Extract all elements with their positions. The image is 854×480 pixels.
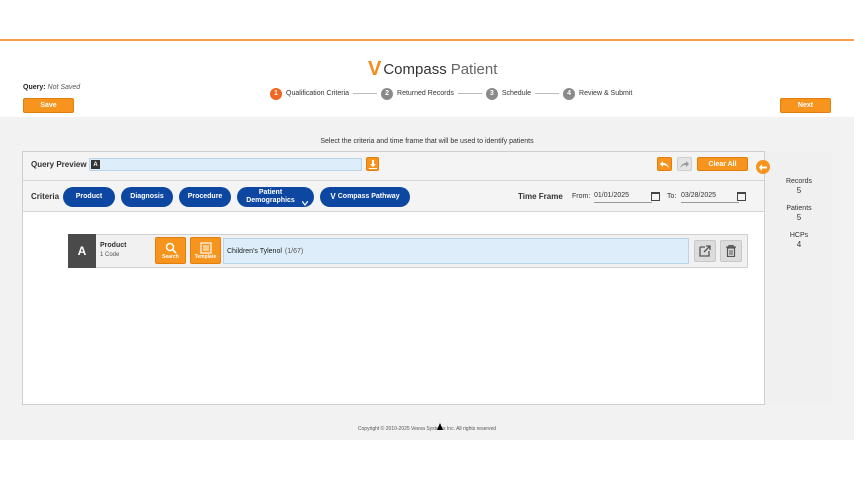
- step-qualification-criteria[interactable]: 1 Qualification Criteria: [270, 87, 350, 100]
- step-schedule[interactable]: 3 Schedule: [485, 87, 532, 100]
- from-label: From:: [572, 193, 591, 200]
- criterion-value: Children's Tylenol: [227, 247, 282, 255]
- patient-demographics-label: Patient Demographics: [246, 189, 295, 204]
- stat-label: Patients: [786, 205, 812, 212]
- step-label: Review & Submit: [579, 90, 633, 97]
- step-label: Qualification Criteria: [286, 90, 350, 97]
- step-number: 2: [381, 87, 394, 100]
- footer-copyright: Copyright © 2010-2025 Veeva Systems Inc.…: [357, 426, 497, 432]
- records-stat: Records 5: [765, 178, 833, 195]
- query-label: Query:: [23, 84, 46, 91]
- hcps-stat: HCPs 4: [765, 232, 833, 249]
- query-preview-tag: A: [91, 160, 100, 169]
- delete-button[interactable]: [720, 240, 742, 262]
- time-frame-label: Time Frame: [518, 192, 563, 201]
- download-button[interactable]: [366, 157, 379, 171]
- mouse-cursor-icon: [437, 423, 443, 430]
- patients-stat: Patients 5: [765, 205, 833, 222]
- step-label: Schedule: [501, 90, 532, 97]
- stat-label: Records: [785, 178, 813, 185]
- criterion-title: Product: [100, 242, 127, 249]
- app-logo: V Compass Patient: [368, 58, 497, 80]
- query-preview-label: Query Preview: [31, 160, 87, 169]
- undo-button[interactable]: [657, 157, 672, 171]
- step-number: 1: [270, 87, 282, 100]
- stat-label: HCPs: [789, 232, 809, 239]
- step-number: 4: [563, 87, 576, 100]
- to-date-field[interactable]: 03/28/2025: [681, 192, 739, 203]
- from-date-field[interactable]: 01/01/2025: [594, 192, 652, 203]
- criterion-letter: A: [68, 234, 96, 268]
- open-external-button[interactable]: [694, 240, 716, 262]
- step-number: 3: [485, 87, 498, 100]
- diagnosis-criteria-button[interactable]: Diagnosis: [121, 187, 173, 207]
- step-returned-records[interactable]: 2 Returned Records: [381, 87, 454, 100]
- stat-value: 4: [796, 240, 802, 249]
- logo-word-patient: Patient: [450, 60, 498, 78]
- template-button[interactable]: Template: [190, 237, 221, 264]
- procedure-criteria-button[interactable]: Procedure: [179, 187, 231, 207]
- stat-value: 5: [796, 213, 802, 222]
- pathway-logo-icon: V: [330, 192, 336, 201]
- next-button[interactable]: Next: [780, 98, 831, 113]
- calendar-icon[interactable]: [651, 192, 660, 201]
- compass-pathway-button[interactable]: V Compass Pathway: [320, 187, 410, 207]
- query-preview-input[interactable]: [89, 158, 362, 171]
- instructions-text: Select the criteria and time frame that …: [320, 138, 534, 145]
- trash-icon: [726, 245, 736, 257]
- logo-word-compass: Compass: [383, 60, 447, 78]
- chevron-down-icon: [301, 193, 309, 211]
- arrow-left-icon: [759, 163, 767, 171]
- undo-icon: [660, 160, 669, 168]
- step-review-submit[interactable]: 4 Review & Submit: [563, 87, 633, 100]
- criteria-label: Criteria: [31, 192, 60, 201]
- step-connector: [457, 93, 482, 94]
- redo-button[interactable]: [677, 157, 692, 171]
- criterion-value-field[interactable]: Children's Tylenol (1/67): [223, 238, 689, 264]
- compass-pathway-label: Compass Pathway: [337, 193, 400, 200]
- criterion-count: (1/67): [284, 247, 304, 255]
- stat-value: 5: [796, 186, 802, 195]
- logo-mark-icon: V: [368, 57, 382, 80]
- to-label: To:: [667, 193, 677, 200]
- search-label: Search: [162, 253, 179, 260]
- step-label: Returned Records: [397, 90, 454, 97]
- template-label: Template: [194, 253, 217, 260]
- open-external-icon: [699, 245, 711, 257]
- step-connector: [353, 93, 378, 94]
- step-connector: [535, 93, 560, 94]
- results-summary-panel: Records 5 Patients 5 HCPs 4: [764, 151, 832, 405]
- calendar-icon[interactable]: [737, 192, 746, 201]
- query-status-text: Not Saved: [47, 84, 81, 91]
- search-icon: [165, 242, 177, 254]
- save-button[interactable]: Save: [23, 98, 74, 113]
- query-status: Query: Not Saved: [23, 84, 80, 91]
- search-button[interactable]: Search: [155, 237, 186, 264]
- download-icon: [368, 159, 377, 169]
- redo-icon: [680, 160, 689, 168]
- collapse-panel-button[interactable]: [756, 160, 770, 174]
- template-icon: [199, 241, 212, 254]
- product-criteria-button[interactable]: Product: [63, 187, 115, 207]
- wizard-steps: 1 Qualification Criteria 2 Returned Reco…: [270, 87, 632, 100]
- clear-all-button[interactable]: Clear All: [697, 157, 748, 171]
- criterion-subtitle: 1 Code: [100, 252, 120, 258]
